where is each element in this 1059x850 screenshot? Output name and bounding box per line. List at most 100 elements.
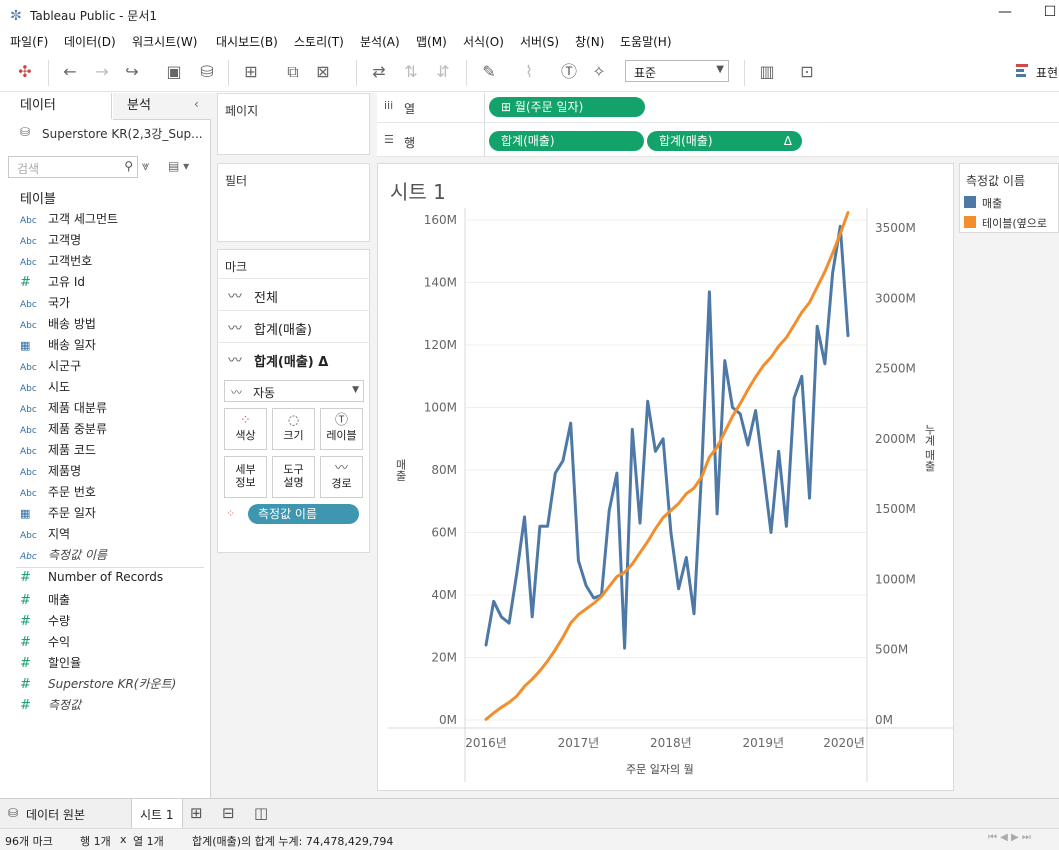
field-item[interactable]: ▦ 배송 일자 <box>20 336 96 356</box>
redo-icon[interactable]: → <box>91 61 113 83</box>
show-me-label[interactable]: 표현 <box>1036 64 1058 81</box>
minimize-button[interactable]: — <box>985 4 1025 26</box>
menu-window[interactable]: 창(N) <box>575 33 604 50</box>
field-item[interactable]: Abc 국가 <box>20 294 70 314</box>
field-item[interactable]: # Number of Records <box>20 570 163 590</box>
field-item[interactable]: # 매출 <box>20 591 70 611</box>
color-button[interactable]: ⁘ 색상 <box>224 408 267 450</box>
show-labels-icon[interactable]: Ⓣ <box>558 61 580 83</box>
field-item[interactable]: Abc 제품 코드 <box>20 441 96 461</box>
field-item[interactable]: Abc 고객번호 <box>20 252 92 272</box>
group-icon[interactable]: ⌇ <box>518 61 540 83</box>
legend-item[interactable]: 테이블(옆으로 <box>982 215 1058 231</box>
collapse-pane-icon[interactable]: ‹ <box>194 97 199 111</box>
marks-row-sales-delta[interactable]: 〰 합계(매출) Δ <box>218 342 370 374</box>
worksheet-view[interactable]: 시트 1 0M 20M 40M 60M 80M 100M 120M 140M 160M 0M 500… <box>377 163 954 791</box>
tab-data[interactable]: 데이터 <box>0 93 112 120</box>
rows-pill-sales-delta[interactable]: 합계(매출) Δ <box>647 131 802 151</box>
field-item[interactable]: Abc 고객 세그먼트 <box>20 210 118 230</box>
field-item[interactable]: # Superstore KR(카운트) <box>20 675 176 695</box>
swap-icon[interactable]: ⇄ <box>368 61 390 83</box>
highlight-icon[interactable]: ✎ <box>478 61 500 83</box>
new-worksheet-icon[interactable]: ⊞ <box>240 61 262 83</box>
label-button[interactable]: Ⓣ 레이블 <box>320 408 363 450</box>
right-tick-label: 3000M <box>875 291 916 305</box>
sort-asc-icon[interactable]: ⇅ <box>400 61 422 83</box>
tableau-start-icon[interactable]: ✣ <box>14 61 36 83</box>
field-item[interactable]: # 수량 <box>20 612 70 632</box>
field-item[interactable]: ▦ 주문 일자 <box>20 504 96 524</box>
presentation-icon[interactable]: ⊡ <box>796 61 818 83</box>
show-me-icon[interactable] <box>1016 64 1028 78</box>
sheet-tabs-bar: ⛁ 데이터 원본 시트 1 ⊞ ⊟ ◫ <box>0 798 1059 829</box>
new-datasource-icon[interactable]: ⛁ <box>196 61 218 83</box>
field-item[interactable]: Abc 배송 방법 <box>20 315 96 335</box>
field-item[interactable]: Abc 제품명 <box>20 462 81 482</box>
save-icon[interactable]: ▣ <box>163 61 185 83</box>
menu-worksheet[interactable]: 워크시트(W) <box>132 33 197 50</box>
legend-item[interactable]: 매출 <box>982 195 1002 211</box>
menu-dashboard[interactable]: 대시보드(B) <box>216 33 278 50</box>
menu-file[interactable]: 파일(F) <box>10 33 48 50</box>
shelf-divider <box>484 93 485 157</box>
field-item[interactable]: # 할인율 <box>20 654 81 674</box>
marks-row-sales[interactable]: 〰 합계(매출) <box>218 310 370 342</box>
field-item[interactable]: Abc 시도 <box>20 378 70 398</box>
field-item[interactable]: Abc 제품 중분류 <box>20 420 107 440</box>
new-story-icon[interactable]: ◫ <box>254 804 268 822</box>
field-item[interactable]: Abc 주문 번호 <box>20 483 96 503</box>
series-line <box>484 211 850 721</box>
pages-card[interactable]: 페이지 <box>217 93 370 155</box>
tab-sheet-1[interactable]: 시트 1 <box>131 799 183 829</box>
field-item[interactable]: Abc 지역 <box>20 525 70 545</box>
detail-button[interactable]: 세부 정보 <box>224 456 267 498</box>
sort-desc-icon[interactable]: ⇵ <box>432 61 454 83</box>
filters-card[interactable]: 필터 <box>217 163 370 242</box>
show-cards-icon[interactable]: ▥ <box>756 61 778 83</box>
menu-format[interactable]: 서식(O) <box>463 33 504 50</box>
menu-story[interactable]: 스토리(T) <box>294 33 344 50</box>
tooltip-button[interactable]: 도구 설명 <box>272 456 315 498</box>
menu-server[interactable]: 서버(S) <box>520 33 559 50</box>
field-item[interactable]: # 고유 Id <box>20 273 85 293</box>
undo-icon[interactable]: ← <box>59 61 81 83</box>
status-bar: 96개 마크 행 1개 x 열 1개 합계(매출)의 합계 누계: 74,478… <box>0 828 1059 850</box>
size-button[interactable]: ◌ 크기 <box>272 408 315 450</box>
mark-type-select[interactable]: 〰 자동 ▼ <box>224 380 364 402</box>
menu-help[interactable]: 도움말(H) <box>620 33 672 50</box>
path-button[interactable]: 〰 경로 <box>320 456 363 498</box>
field-item[interactable]: Abc 시군구 <box>20 357 81 377</box>
field-item[interactable]: Abc 고객명 <box>20 231 81 251</box>
field-item[interactable]: # 수익 <box>20 633 70 653</box>
datasource-name[interactable]: Superstore KR(2,3강_Sup... <box>42 125 203 142</box>
menu-data[interactable]: 데이터(D) <box>64 33 116 50</box>
view-options-icon[interactable]: ▤ ▾ <box>168 159 189 173</box>
columns-shelf[interactable] <box>377 93 1059 123</box>
color-legend[interactable]: 측정값 이름 매출 테이블(옆으로 <box>959 163 1059 233</box>
measure-names-pill[interactable]: 측정값 이름 <box>248 504 359 524</box>
fit-select[interactable]: 표준 ▼ <box>625 60 729 82</box>
clear-sheet-icon[interactable]: ⊠ <box>312 61 334 83</box>
new-worksheet-icon[interactable]: ⊞ <box>190 804 203 822</box>
left-tick-label: 40M <box>431 588 457 602</box>
rows-icon: ☰ <box>384 133 394 146</box>
replay-icon[interactable]: ↪ <box>121 61 143 83</box>
field-item[interactable]: Abc 측정값 이름 <box>20 546 107 566</box>
menu-analysis[interactable]: 분석(A) <box>360 33 400 50</box>
pin-icon[interactable]: ✧ <box>588 61 610 83</box>
sheet-nav-icon[interactable]: ⏮ ◀ ▶ ⏭ <box>988 832 1031 843</box>
search-input[interactable]: 검색 ⚲ <box>8 156 138 178</box>
measures-divider <box>16 567 204 568</box>
maximize-button[interactable]: ☐ <box>1030 4 1059 26</box>
rows-pill-sales[interactable]: 합계(매출) <box>489 131 644 151</box>
new-dashboard-icon[interactable]: ⊟ <box>222 804 235 822</box>
mark-type-value: 자동 <box>253 386 276 400</box>
duplicate-icon[interactable]: ⧉ <box>282 61 304 83</box>
field-item[interactable]: Abc 제품 대분류 <box>20 399 107 419</box>
filter-icon[interactable]: ⩔ <box>142 159 149 174</box>
field-item[interactable]: # 측정값 <box>20 696 81 716</box>
columns-pill[interactable]: ⊞ 월(주문 일자) <box>489 97 645 117</box>
marks-row-all[interactable]: 〰 전체 <box>218 278 370 310</box>
menu-map[interactable]: 맵(M) <box>416 33 447 50</box>
tab-datasource[interactable]: 데이터 원본 <box>26 806 85 823</box>
